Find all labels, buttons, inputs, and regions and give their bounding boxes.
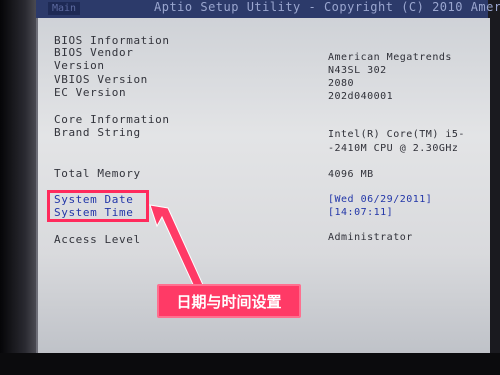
monitor-bezel-bottom [0, 353, 500, 375]
arrow-shape [149, 204, 205, 292]
annotation-callout: 日期与时间设置 [157, 284, 301, 318]
callout-arrow [149, 204, 205, 292]
